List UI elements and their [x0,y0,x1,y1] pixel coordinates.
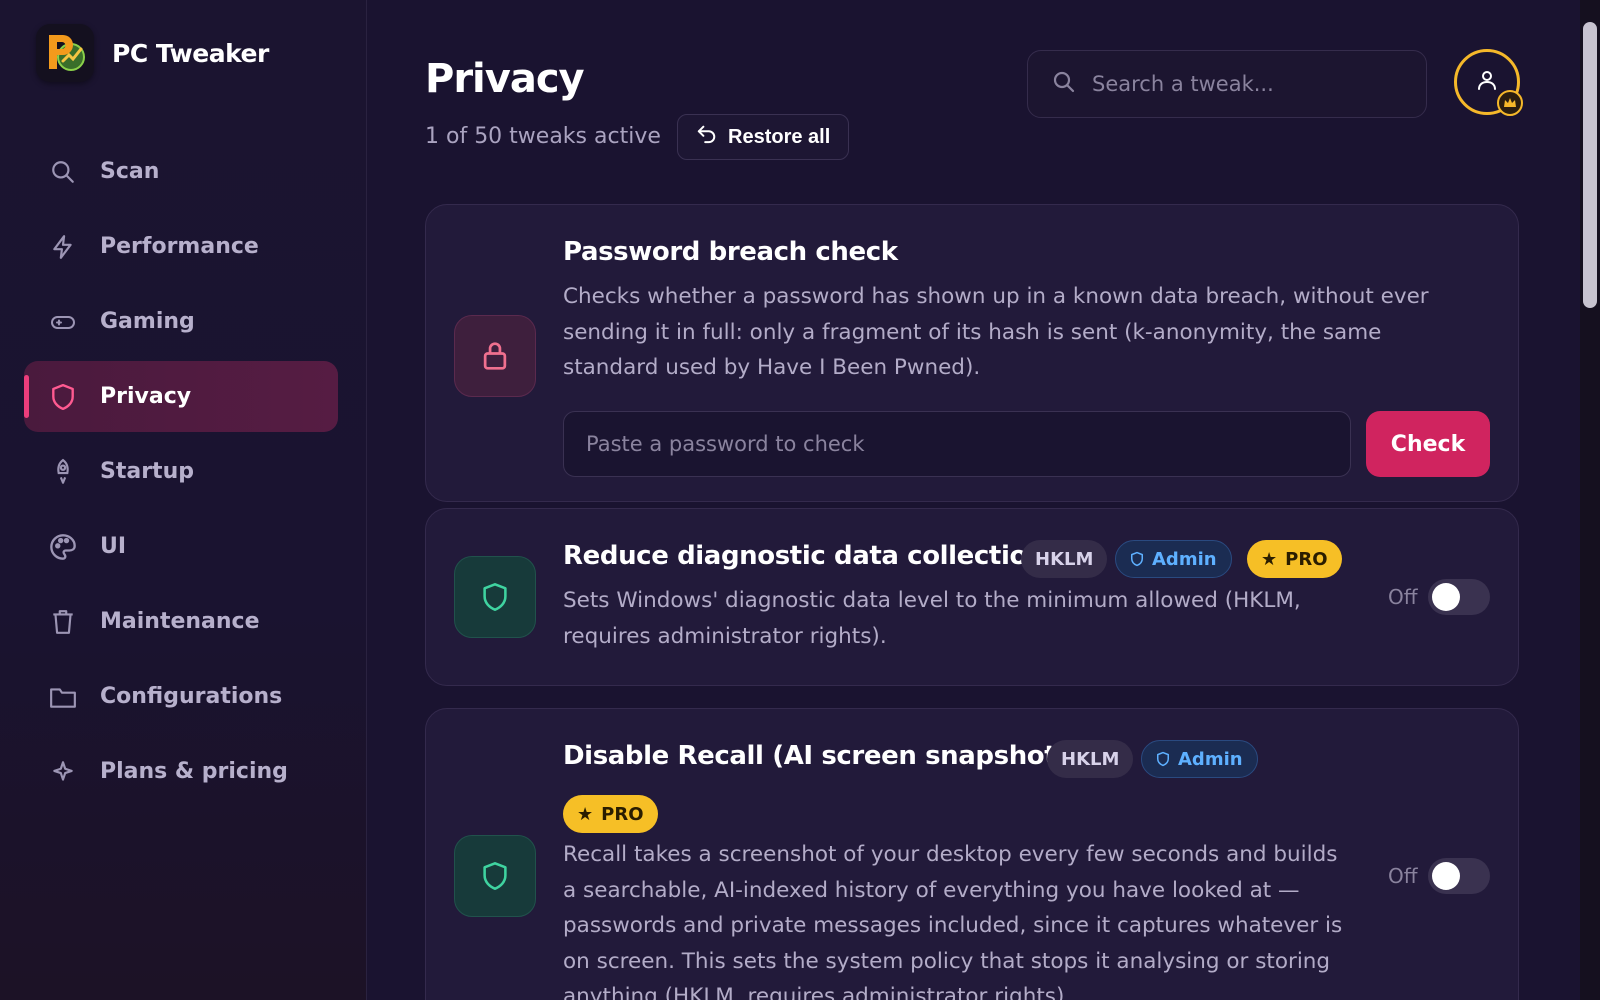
lock-icon [454,315,536,397]
sidebar-item-label: Privacy [100,384,192,409]
toggle-state-label: Off [1388,864,1418,888]
tweak-card-disable-recall: Disable Recall (AI screen snapshots) HKL… [425,708,1519,1000]
password-input[interactable] [563,411,1351,477]
brand: PC Tweaker [36,24,269,82]
sidebar-item-label: Startup [100,459,194,484]
main-content: Privacy 1 of 50 tweaks active Restore al… [367,0,1600,1000]
sidebar-item-configurations[interactable]: Configurations [24,661,338,732]
rocket-icon [48,457,78,487]
restore-all-label: Restore all [728,125,831,148]
sparkle-icon [48,757,78,787]
admin-badge: Admin [1141,740,1258,778]
palette-icon [48,532,78,562]
sidebar-item-performance[interactable]: Performance [24,211,338,282]
star-icon: ★ [1261,548,1278,570]
search-icon [1052,70,1076,98]
sidebar-item-gaming[interactable]: Gaming [24,286,338,357]
sidebar-item-scan[interactable]: Scan [24,136,338,207]
user-avatar[interactable] [1454,49,1523,116]
toggle-knob [1432,862,1460,890]
tweak-toggle[interactable] [1428,858,1490,894]
sidebar-item-label: Maintenance [100,609,260,634]
restore-all-button[interactable]: Restore all [677,114,850,160]
admin-badge-label: Admin [1178,748,1243,770]
sidebar-item-ui[interactable]: UI [24,511,338,582]
search-bar[interactable] [1027,50,1427,118]
tweak-count: 1 of 50 tweaks active [425,124,661,149]
sidebar-item-label: Performance [100,234,259,259]
bolt-icon [48,232,78,262]
sidebar-item-maintenance[interactable]: Maintenance [24,586,338,657]
sidebar-nav: Scan Performance Gaming Privacy Startup … [24,136,338,811]
tweak-toggle[interactable] [1428,579,1490,615]
pro-badge-label: PRO [601,803,644,825]
shield-icon [48,382,78,412]
gamepad-icon [48,307,78,337]
user-icon [1475,68,1499,96]
pro-badge-label: PRO [1285,548,1328,570]
undo-icon [696,124,718,150]
sidebar-item-label: Plans & pricing [100,759,288,784]
tweak-title: Reduce diagnostic data collection [563,541,1046,571]
toggle-state-label: Off [1388,585,1418,609]
check-button[interactable]: Check [1366,411,1490,477]
crown-icon [1497,90,1523,116]
page-title: Privacy [425,56,585,102]
sidebar-item-privacy[interactable]: Privacy [24,361,338,432]
search-icon [48,157,78,187]
admin-badge: Admin [1115,540,1232,578]
tweak-card-diagnostic-data: Reduce diagnostic data collection HKLM A… [425,508,1519,686]
hklm-badge: HKLM [1021,540,1108,578]
pro-badge: ★ PRO [563,795,658,833]
password-breach-card: Password breach check Checks whether a p… [425,204,1519,502]
toggle-knob [1432,583,1460,611]
tweak-description: Sets Windows' diagnostic data level to t… [563,588,1301,649]
app-window: PC Tweaker Scan Performance Gaming Priva… [0,0,1600,1000]
card-description: Checks whether a password has shown up i… [563,284,1429,380]
sidebar: PC Tweaker Scan Performance Gaming Priva… [0,0,367,1000]
app-logo [36,24,94,82]
admin-badge-label: Admin [1152,548,1217,570]
shield-icon [1156,751,1170,767]
shield-icon [1130,551,1144,567]
shield-icon [454,556,536,638]
hklm-badge: HKLM [1047,740,1134,778]
pro-badge: ★ PRO [1247,540,1342,578]
star-icon: ★ [577,803,594,825]
tweak-description: Recall takes a screenshot of your deskto… [563,842,1343,1000]
scrollbar[interactable] [1580,0,1600,1000]
tweak-title: Disable Recall (AI screen snapshots) [563,741,1083,771]
shield-icon [454,835,536,917]
folder-icon [48,682,78,712]
card-title: Password breach check [563,237,898,267]
sidebar-item-label: Scan [100,159,160,184]
sidebar-item-label: UI [100,534,127,559]
trash-icon [48,607,78,637]
search-input[interactable] [1092,72,1392,96]
sidebar-item-plans-pricing[interactable]: Plans & pricing [24,736,338,807]
sidebar-item-label: Gaming [100,309,195,334]
scrollbar-thumb[interactable] [1583,22,1597,308]
sidebar-item-label: Configurations [100,684,283,709]
sidebar-item-startup[interactable]: Startup [24,436,338,507]
app-name: PC Tweaker [112,38,269,68]
